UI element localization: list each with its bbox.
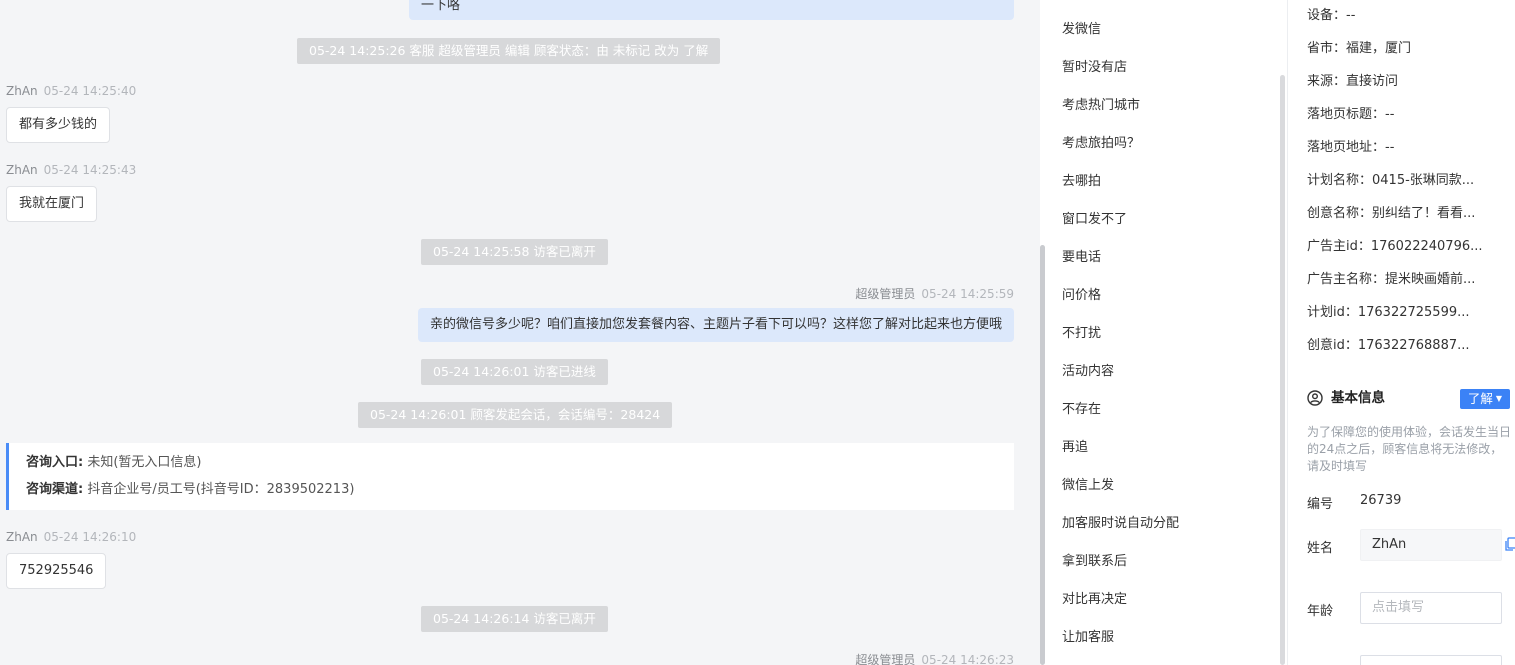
quick-reply-item[interactable]: 问价格 — [1062, 286, 1101, 306]
message-time: 05-24 14:26:23 — [921, 653, 1014, 665]
system-notice: 05-24 14:26:01 访客已进线 — [421, 359, 608, 385]
message-meta: 超级管理员 05-24 14:26:23 — [855, 651, 1014, 665]
customer-message-bubble: 都有多少钱的 — [6, 107, 111, 143]
chat-scrollbar[interactable] — [1040, 245, 1045, 665]
info-creative-name: 创意名称：别纠结了！看看... — [1307, 206, 1476, 221]
message-text: 一下咯 — [421, 0, 461, 13]
user-circle-icon — [1307, 390, 1323, 406]
copy-icon[interactable] — [1505, 537, 1515, 551]
caret-down-icon: ▼ — [1495, 394, 1503, 403]
quick-reply-item[interactable]: 发微信 — [1062, 20, 1101, 40]
info-advertiser-name: 广告主名称：提米映画婚前... — [1307, 272, 1476, 287]
customer-status-dropdown[interactable]: 了解 ▼ — [1460, 389, 1510, 409]
quick-reply-item[interactable]: 去哪拍 — [1062, 172, 1101, 192]
next-field[interactable] — [1360, 655, 1502, 665]
quick-reply-item[interactable]: 考虑热门城市 — [1062, 96, 1140, 116]
info-landing-url: 落地页地址：-- — [1307, 140, 1395, 155]
entry-label: 咨询入口: — [26, 455, 84, 470]
quick-reply-item[interactable]: 让加客服 — [1062, 628, 1114, 648]
quick-reply-item[interactable]: 要电话 — [1062, 248, 1101, 268]
quick-reply-list: 发微信 暂时没有店 考虑热门城市 考虑旅拍吗？ 去哪拍 窗口发不了 要电话 问价… — [1046, 0, 1282, 665]
message-meta: ZhAn 05-24 14:25:40 — [6, 84, 136, 98]
quick-reply-item[interactable]: 不打扰 — [1062, 324, 1101, 344]
info-plan-name: 计划名称：0415-张琳同款... — [1307, 173, 1475, 188]
name-label: 姓名 — [1307, 541, 1334, 556]
quick-reply-item[interactable]: 再追 — [1062, 438, 1088, 458]
info-advertiser-id: 广告主id：176022240796... — [1307, 239, 1483, 254]
agent-message-bubble: 一下咯 — [409, 0, 1014, 20]
sender-name: 超级管理员 — [855, 653, 916, 665]
info-creative-id: 创意id：176322768887... — [1307, 338, 1470, 353]
id-value: 26739 — [1360, 493, 1402, 508]
quick-reply-item[interactable]: 不存在 — [1062, 400, 1101, 420]
age-label: 年龄 — [1307, 604, 1334, 619]
channel-label: 咨询渠道: — [26, 482, 84, 497]
agent-message-bubble: 亲的微信号多少呢？咱们直接加您发套餐内容、主题片子看下可以吗？这样您了解对比起来… — [418, 308, 1014, 342]
message-time: 05-24 14:25:59 — [921, 287, 1014, 301]
message-meta: ZhAn 05-24 14:26:10 — [6, 530, 136, 544]
quick-reply-item[interactable]: 考虑旅拍吗？ — [1062, 134, 1140, 154]
info-region: 省市：福建，厦门 — [1307, 41, 1412, 56]
basic-info-header: 基本信息 — [1307, 388, 1385, 408]
info-landing-title: 落地页标题：-- — [1307, 107, 1395, 122]
info-device: 设备：-- — [1307, 8, 1356, 23]
message-time: 05-24 14:26:10 — [43, 530, 137, 544]
message-meta: 超级管理员 05-24 14:25:59 — [855, 285, 1014, 302]
system-notice: 05-24 14:26:01 顾客发起会话，会话编号：28424 — [358, 402, 673, 428]
sender-name: 超级管理员 — [855, 287, 916, 301]
quick-reply-scrollbar[interactable] — [1280, 75, 1285, 665]
chat-panel: 一下咯 05-24 14:25:26 客服 超级管理员 编辑 顾客状态：由 未标… — [0, 0, 1040, 665]
customer-message-bubble: 752925546 — [6, 553, 107, 589]
quick-reply-item[interactable]: 活动内容 — [1062, 362, 1114, 382]
quick-reply-item[interactable]: 窗口发不了 — [1062, 210, 1127, 230]
sender-name: ZhAn — [6, 163, 38, 177]
quick-reply-item[interactable]: 加客服时说自动分配 — [1062, 514, 1179, 534]
status-label: 了解 — [1467, 391, 1493, 406]
quick-reply-item[interactable]: 拿到联系后 — [1062, 552, 1127, 572]
customer-message-bubble: 我就在厦门 — [6, 186, 98, 222]
system-notice: 05-24 14:26:14 访客已离开 — [421, 606, 608, 632]
quick-reply-item[interactable]: 微信上发 — [1062, 476, 1114, 496]
name-field[interactable]: ZhAn — [1360, 529, 1502, 561]
entry-row: 咨询入口: 未知(暂无入口信息) — [26, 452, 1014, 479]
sender-name: ZhAn — [6, 84, 38, 98]
message-time: 05-24 14:25:43 — [43, 163, 137, 177]
system-notice: 05-24 14:25:26 客服 超级管理员 编辑 顾客状态：由 未标记 改为… — [297, 38, 721, 64]
system-notice: 05-24 14:25:58 访客已离开 — [421, 239, 608, 265]
message-time: 05-24 14:25:40 — [43, 84, 137, 98]
channel-value: 抖音企业号/员工号(抖音号ID：2839502213) — [87, 482, 355, 497]
customer-info-panel: 设备：-- 省市：福建，厦门 来源：直接访问 落地页标题：-- 落地页地址：--… — [1287, 0, 1515, 665]
session-entry-card: 咨询入口: 未知(暂无入口信息) 咨询渠道: 抖音企业号/员工号(抖音号ID：2… — [6, 443, 1014, 510]
quick-reply-item[interactable]: 对比再决定 — [1062, 590, 1127, 610]
quick-reply-item[interactable]: 暂时没有店 — [1062, 58, 1127, 78]
edit-notice: 为了保障您的使用体验，会话发生当日的24点之后，顾客信息将无法修改，请及时填写 — [1307, 425, 1512, 473]
message-meta: ZhAn 05-24 14:25:43 — [6, 163, 136, 177]
basic-info-title: 基本信息 — [1331, 390, 1385, 406]
sender-name: ZhAn — [6, 530, 38, 544]
age-field[interactable]: 点击填写 — [1360, 592, 1502, 624]
id-label: 编号 — [1307, 497, 1334, 512]
info-source: 来源：直接访问 — [1307, 74, 1399, 89]
channel-row: 咨询渠道: 抖音企业号/员工号(抖音号ID：2839502213) — [26, 479, 1014, 506]
info-plan-id: 计划id：176322725599... — [1307, 305, 1470, 320]
entry-value: 未知(暂无入口信息) — [87, 455, 202, 470]
